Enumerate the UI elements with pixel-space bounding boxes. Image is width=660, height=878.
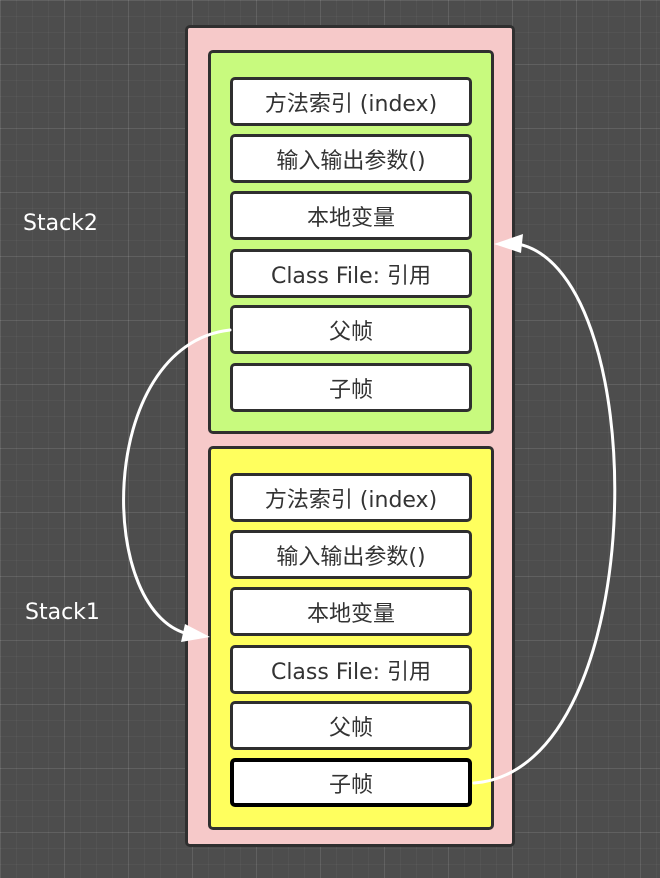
- stack1-parent-frame-field: 父帧: [230, 701, 472, 750]
- stack2-label: Stack2: [23, 211, 98, 236]
- stack1-method-index-field: 方法索引 (index): [230, 473, 472, 522]
- stack1-class-file-ref-field: Class File: 引用: [230, 645, 472, 694]
- stack1-child-frame-field[interactable]: 子帧: [230, 758, 472, 807]
- stack2-local-vars-field: 本地变量: [230, 191, 472, 240]
- stack2-child-frame-field: 子帧: [230, 363, 472, 412]
- stack1-label: Stack1: [25, 600, 100, 625]
- stack2-method-index-field: 方法索引 (index): [230, 77, 472, 126]
- stack2-class-file-ref-field: Class File: 引用: [230, 249, 472, 298]
- stack2-parent-frame-field: 父帧: [230, 305, 472, 354]
- stack1-local-vars-field: 本地变量: [230, 587, 472, 636]
- stack1-io-params-field: 输入输出参数(): [230, 530, 472, 579]
- stack2-io-params-field: 输入输出参数(): [230, 134, 472, 183]
